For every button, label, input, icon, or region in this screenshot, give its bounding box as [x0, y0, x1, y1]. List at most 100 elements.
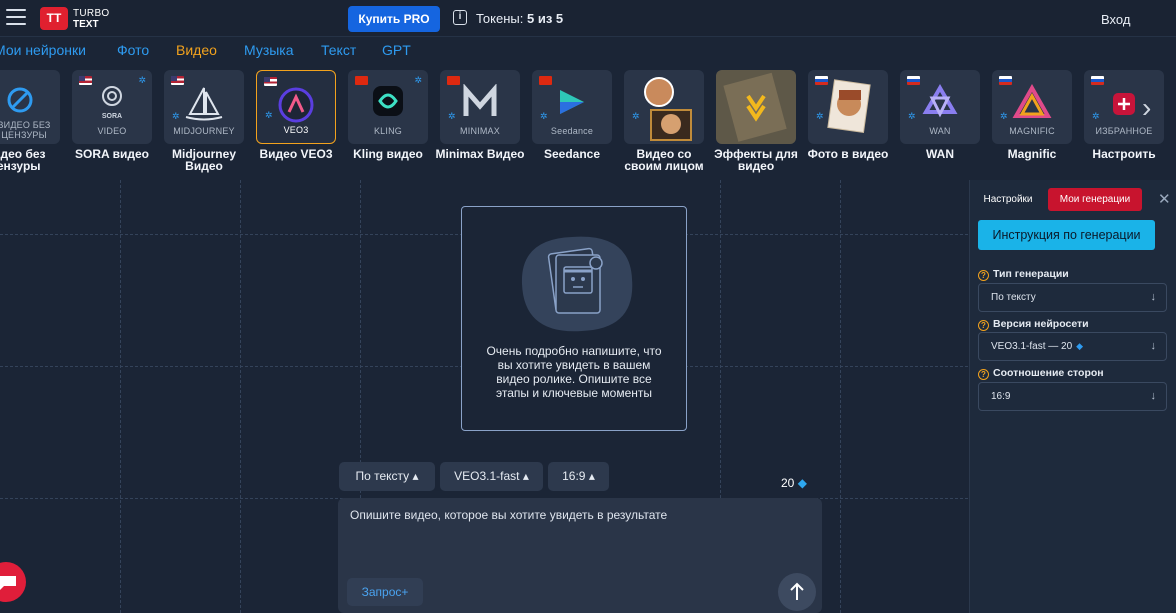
- seedance-icon: [532, 84, 612, 125]
- tab-my-generations[interactable]: Мои генерации: [1048, 188, 1142, 211]
- tool-card-face-video[interactable]: ✲: [624, 70, 704, 144]
- kling-icon: [348, 84, 428, 123]
- arrow-down-icon: ↓: [1150, 390, 1157, 402]
- veo3-icon: [257, 85, 335, 130]
- close-icon[interactable]: ✕: [1158, 190, 1171, 208]
- arrow-up-icon: [790, 582, 804, 600]
- gem-icon: ◆: [797, 476, 807, 490]
- cost-value: 20: [781, 476, 795, 490]
- top-bar: TT TURBO TEXT Купить PRO i Токены: 5 из …: [0, 0, 1176, 37]
- tab-settings[interactable]: Настройки: [974, 188, 1042, 211]
- tool-tag: MIDJOURNEY: [173, 126, 235, 136]
- video-placeholder: Очень подробно напишите, что вы хотите у…: [461, 206, 687, 431]
- category-my-networks[interactable]: Мои нейронки: [0, 42, 86, 58]
- tool-label: SORA видео: [75, 147, 149, 161]
- ratio-value: 16:9: [562, 469, 586, 483]
- gen-type-label-text: Тип генерации: [993, 268, 1069, 280]
- help-icon[interactable]: ?: [978, 320, 989, 331]
- category-photo[interactable]: Фото: [117, 42, 149, 58]
- login-link[interactable]: Вход: [1101, 12, 1130, 27]
- midjourney-icon: [164, 84, 244, 127]
- tool-label: Seedance: [543, 147, 601, 161]
- chat-support-button[interactable]: [0, 562, 26, 602]
- info-icon[interactable]: i: [453, 10, 467, 25]
- mode-dropdown[interactable]: По тексту ▴: [339, 462, 435, 491]
- help-icon[interactable]: ?: [978, 369, 989, 380]
- gen-type-value: По тексту: [991, 292, 1036, 303]
- version-select[interactable]: VEO3.1-fast — 20 ◆ ↓: [978, 332, 1167, 361]
- send-button[interactable]: [778, 573, 816, 611]
- grid-line: [120, 180, 121, 613]
- tool-card-veo3[interactable]: ✲ VEO3: [256, 70, 336, 144]
- tool-tag: ИЗБРАННОЕ: [1095, 126, 1153, 136]
- tool-tag: MAGNIFIC: [1009, 126, 1055, 136]
- caret-up-icon: ▴: [588, 469, 595, 483]
- caret-up-icon: ▴: [522, 469, 529, 483]
- prompt-input[interactable]: [350, 508, 770, 568]
- logo-text[interactable]: TURBO TEXT: [73, 8, 110, 30]
- tool-card-seedance[interactable]: ✲ Seedance: [532, 70, 612, 144]
- tool-label: Видео со своим лицом: [624, 147, 704, 173]
- tool-tag: VIDEO: [97, 126, 127, 136]
- tool-card-magnific[interactable]: ✲ MAGNIFIC: [992, 70, 1072, 144]
- tool-card-midjourney[interactable]: ✲ MIDJOURNEY: [164, 70, 244, 144]
- tool-label: Видео без цензуры: [0, 147, 46, 173]
- menu-icon[interactable]: [6, 9, 26, 26]
- settings-panel: Настройки Мои генерации ✕ Инструкция по …: [969, 180, 1176, 613]
- sora-small-label: SORA: [101, 113, 123, 120]
- cost-indicator: 20 ◆: [781, 476, 807, 490]
- tool-label: Видео VEO3: [259, 147, 333, 161]
- logo-line-2: TEXT: [73, 19, 99, 30]
- category-video[interactable]: Видео: [176, 42, 217, 58]
- chevron-right-icon[interactable]: ›: [1142, 92, 1151, 124]
- gen-type-select[interactable]: По тексту ↓: [978, 283, 1167, 312]
- model-value: VEO3.1-fast: [454, 469, 520, 483]
- empty-video-icon: [521, 236, 633, 332]
- ratio-select[interactable]: 16:9 ↓: [978, 382, 1167, 411]
- arrow-down-icon: ↓: [1150, 340, 1157, 352]
- version-value: VEO3.1-fast — 20: [991, 341, 1073, 352]
- tool-label: Kling видео: [353, 147, 423, 161]
- version-label-text: Версия нейросети: [993, 318, 1089, 330]
- request-plus-button[interactable]: Запрос+: [347, 578, 423, 606]
- model-dropdown[interactable]: VEO3.1-fast ▴: [440, 462, 543, 491]
- logo-mark[interactable]: TT: [40, 7, 68, 30]
- tool-label: Настроить: [1092, 147, 1156, 161]
- tool-card-favorites[interactable]: ✲ ИЗБРАННОЕ: [1084, 70, 1164, 144]
- ru-flag-icon: [1091, 76, 1104, 85]
- tool-card-kling[interactable]: ✲ KLING: [348, 70, 428, 144]
- category-text[interactable]: Текст: [321, 42, 356, 58]
- tool-card-minimax[interactable]: ✲ MINIMAX: [440, 70, 520, 144]
- sora-icon: SORA: [72, 84, 152, 120]
- tool-label: Magnific: [1007, 147, 1057, 161]
- wan-icon: [900, 84, 980, 125]
- category-gpt[interactable]: GPT: [382, 42, 411, 58]
- grid-line: [840, 180, 841, 613]
- tool-card-photo-to-video[interactable]: ✲: [808, 70, 888, 144]
- tool-tag: ВИДЕО БЕЗ ЦЕНЗУРЫ: [0, 120, 51, 140]
- category-music[interactable]: Музыка: [244, 42, 294, 58]
- ratio-label-text: Соотношение сторон: [993, 367, 1104, 379]
- chat-icon: [0, 576, 16, 590]
- ratio-label: ? Соотношение сторон: [978, 367, 1104, 380]
- tool-tag: MINIMAX: [460, 126, 500, 136]
- tokens-counter: Токены: 5 из 5: [476, 11, 563, 26]
- tool-label: Midjourney Видео: [171, 147, 236, 173]
- tool-card-effects[interactable]: [716, 70, 796, 144]
- magnific-icon: [992, 83, 1072, 125]
- prompt-box: Запрос+: [338, 498, 822, 613]
- generation-guide-button[interactable]: Инструкция по генерации: [978, 220, 1155, 250]
- favorites-icon: [1084, 92, 1164, 121]
- tool-card-wan[interactable]: ✲ WAN: [900, 70, 980, 144]
- tokens-value: 5 из 5: [526, 11, 564, 26]
- placeholder-text: Очень подробно напишите, что вы хотите у…: [486, 344, 662, 400]
- help-icon[interactable]: ?: [978, 270, 989, 281]
- tool-label: Minimax Видео: [435, 147, 525, 161]
- ratio-dropdown[interactable]: 16:9 ▴: [548, 462, 609, 491]
- buy-pro-button[interactable]: Купить PRO: [348, 6, 440, 32]
- mode-value: По тексту: [355, 469, 410, 483]
- tool-tag: KLING: [373, 126, 402, 136]
- tool-card-sora[interactable]: ✲ SORA VIDEO: [72, 70, 152, 144]
- tool-card-no-censor[interactable]: ВИДЕО БЕЗ ЦЕНЗУРЫ: [0, 70, 60, 144]
- tool-tag: VEO3: [283, 125, 309, 135]
